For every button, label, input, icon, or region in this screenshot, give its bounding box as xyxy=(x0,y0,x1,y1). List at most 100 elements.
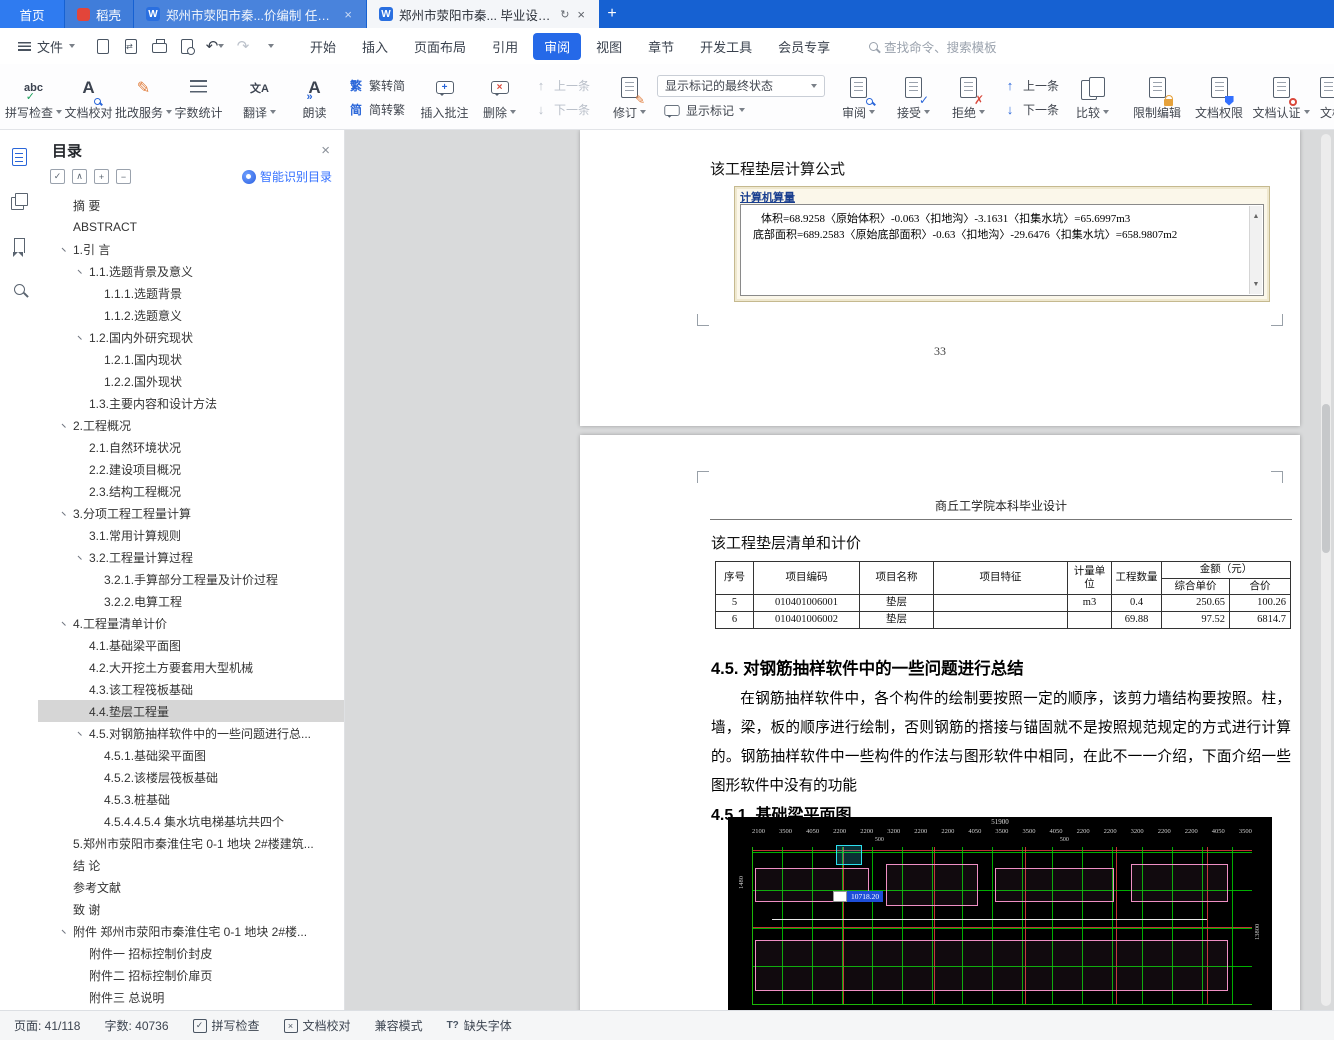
toc-item[interactable]: 4.5.4.4.5.4 集水坑电梯基坑共四个 xyxy=(38,810,344,832)
tab-membership[interactable]: 会员专享 xyxy=(767,33,841,60)
toc-item[interactable]: 4.3.该工程筏板基础 xyxy=(38,678,344,700)
spell-check-status[interactable]: ✓ 拼写检查 xyxy=(192,1017,260,1034)
calc-box-content[interactable]: 体积=68.9258〈原始体积〉-0.063〈扣地沟〉-3.1631〈扣集水坑〉… xyxy=(740,204,1264,296)
toc-item[interactable]: 附件一 招标控制价封皮 xyxy=(38,942,344,964)
file-menu-button[interactable]: 文件 xyxy=(10,32,83,61)
tab-start[interactable]: 开始 xyxy=(299,33,347,60)
document-page-34[interactable]: 商丘工学院本科毕业设计 该工程垫层清单和计价 序号 项目编码 项目名称 项目特征… xyxy=(580,435,1300,1010)
prev-comment-button[interactable]: ↑ 上一条 xyxy=(527,75,596,96)
toc-item[interactable]: 1.2.1.国内现状 xyxy=(38,348,344,370)
print-button[interactable] xyxy=(147,34,171,58)
translate-button[interactable]: 文A 翻译 xyxy=(232,66,287,129)
toc-item[interactable]: 附件三 总说明 xyxy=(38,986,344,1008)
print-preview-button[interactable] xyxy=(175,34,199,58)
close-tab-icon[interactable]: × xyxy=(575,7,587,22)
table-row[interactable]: 6 010401006002 垫层 69.88 97.52 6814.7 xyxy=(715,610,1291,629)
correction-service-button[interactable]: ✎ 批改服务 xyxy=(115,66,173,129)
toc-item[interactable]: 4.工程量清单计价 xyxy=(38,612,344,634)
cad-drawing-foundation-plan[interactable]: 51900 2100 3500 4050 2200 2200 3200 2200 2200 40… xyxy=(728,817,1272,1010)
convert-button[interactable] xyxy=(119,34,143,58)
close-panel-icon[interactable]: × xyxy=(321,142,330,159)
toc-expand-arrow[interactable] xyxy=(76,265,89,278)
doc-certify-button[interactable]: 文档认证 xyxy=(1250,66,1312,129)
restrict-edit-button[interactable]: 限制编辑 xyxy=(1126,66,1188,129)
toc-item[interactable]: 2.1.自然环境状况 xyxy=(38,436,344,458)
toc-expand-arrow[interactable] xyxy=(60,617,73,630)
toc-expand-arrow[interactable] xyxy=(60,243,73,256)
toc-item[interactable]: 4.5.2.该楼层筏板基础 xyxy=(38,766,344,788)
toc-expand-arrow[interactable] xyxy=(76,727,89,740)
compare-button[interactable]: 比较 xyxy=(1065,66,1120,129)
toc-item[interactable]: 附件 郑州市荥阳市秦淮住宅 0-1 地块 2#楼... xyxy=(38,920,344,942)
toc-collapse-all-button[interactable]: − xyxy=(116,169,131,184)
docer-tab[interactable]: 稻壳 xyxy=(65,0,134,28)
toc-item[interactable]: 1.1.1.选题背景 xyxy=(38,282,344,304)
toc-expand-all-button[interactable]: + xyxy=(94,169,109,184)
toc-item[interactable]: 1.引 言 xyxy=(38,238,344,260)
document-page-33[interactable]: 该工程垫层计算公式 计算机算量 体积=68.9258〈原始体积〉-0.063〈扣… xyxy=(580,130,1300,426)
command-search-box[interactable]: 查找命令、搜索模板 xyxy=(869,37,997,56)
tab-section[interactable]: 章节 xyxy=(637,33,685,60)
more-commands-button[interactable] xyxy=(259,34,283,58)
toc-item[interactable]: 1.1.2.选题意义 xyxy=(38,304,344,326)
trad-to-simp-button[interactable]: 繁繁转简 xyxy=(342,75,411,96)
toc-item[interactable]: 3.2.1.手算部分工程量及计价过程 xyxy=(38,568,344,590)
tab-view[interactable]: 视图 xyxy=(585,33,633,60)
close-tab-icon[interactable]: × xyxy=(342,7,354,22)
document-tab-thesis-active[interactable]: W 郑州市荥阳市秦... 毕业设计论文 ↻ × xyxy=(367,0,600,28)
compat-mode-indicator[interactable]: 兼容模式 xyxy=(375,1017,423,1034)
home-tab[interactable]: 首页 xyxy=(0,0,64,28)
pricing-table[interactable]: 序号 项目编码 项目名称 项目特征 计量单位 工程数量 金额（元） 综合单价 合… xyxy=(715,560,1291,629)
toc-item[interactable]: 2.2.建设项目概况 xyxy=(38,458,344,480)
accept-button[interactable]: ✓ 接受 xyxy=(886,66,941,129)
smart-recognize-toc-button[interactable]: 智能识别目录 xyxy=(241,168,332,185)
bookmarks-pane-button[interactable] xyxy=(6,232,32,258)
scrollbar-thumb[interactable] xyxy=(1322,404,1330,553)
next-change-button[interactable]: ↓ 下一条 xyxy=(996,99,1065,120)
toc-item[interactable]: 4.5.对钢筋抽样软件中的一些问题进行总... xyxy=(38,722,344,744)
toc-item[interactable]: 2.3.结构工程概况 xyxy=(38,480,344,502)
scroll-up-icon[interactable]: ▲ xyxy=(1253,208,1260,224)
toc-item[interactable]: 1.1.选题背景及意义 xyxy=(38,260,344,282)
prev-change-button[interactable]: ↑ 上一条 xyxy=(996,75,1065,96)
toc-item[interactable]: 4.5.1.基础梁平面图 xyxy=(38,744,344,766)
toc-collapse-button[interactable]: ∧ xyxy=(72,169,87,184)
undo-button[interactable]: ↶ xyxy=(203,34,227,58)
toc-item[interactable]: 4.1.基础梁平面图 xyxy=(38,634,344,656)
toc-item[interactable]: 2.工程概况 xyxy=(38,414,344,436)
toc-expand-arrow[interactable] xyxy=(60,507,73,520)
toc-expand-arrow[interactable] xyxy=(76,331,89,344)
word-count-button[interactable]: 字数统计 xyxy=(171,66,226,129)
toc-item[interactable]: 5.郑州市荥阳市秦淮住宅 0-1 地块 2#楼建筑... xyxy=(38,832,344,854)
tab-insert[interactable]: 插入 xyxy=(351,33,399,60)
document-scrollbar[interactable] xyxy=(1321,134,1331,1006)
doc-proof-button[interactable]: A 文档校对 xyxy=(61,66,116,129)
revision-state-dropdown[interactable]: 显示标记的最终状态 xyxy=(657,74,826,97)
toc-expand-arrow[interactable] xyxy=(60,925,73,938)
doc-permission-button[interactable]: 文档权限 xyxy=(1188,66,1250,129)
toc-item[interactable]: 3.分项工程工程量计算 xyxy=(38,502,344,524)
tab-review[interactable]: 审阅 xyxy=(533,32,582,60)
toc-item[interactable]: 3.2.工程量计算过程 xyxy=(38,546,344,568)
document-tab-taskbook[interactable]: W 郑州市荥阳市秦...价编制 任务书 × xyxy=(134,0,367,28)
table-row[interactable]: 5 010401006001 垫层 m3 0.4 250.65 100.26 xyxy=(715,594,1291,612)
find-pane-button[interactable] xyxy=(6,276,32,302)
toc-item[interactable]: 摘 要 xyxy=(38,194,344,216)
toc-item[interactable]: 3.1.常用计算规则 xyxy=(38,524,344,546)
calc-box-scrollbar[interactable]: ▲ ▼ xyxy=(1249,206,1262,294)
toc-expand-arrow[interactable] xyxy=(60,419,73,432)
insert-comment-button[interactable]: + 插入批注 xyxy=(417,66,472,129)
document-canvas[interactable]: 该工程垫层计算公式 计算机算量 体积=68.9258〈原始体积〉-0.063〈扣… xyxy=(345,130,1334,1010)
toc-item[interactable]: 1.2.2.国外现状 xyxy=(38,370,344,392)
toc-expand-arrow[interactable] xyxy=(76,551,89,564)
clipped-ribbon-button[interactable]: 文档 xyxy=(1312,66,1334,129)
read-aloud-button[interactable]: A» 朗读 xyxy=(287,66,342,129)
save-button[interactable] xyxy=(91,34,115,58)
doc-proof-status[interactable]: × 文档校对 xyxy=(283,1017,351,1034)
simp-to-trad-button[interactable]: 简简转繁 xyxy=(342,99,411,120)
tab-page-layout[interactable]: 页面布局 xyxy=(403,33,477,60)
review-button[interactable]: 审阅 xyxy=(831,66,886,129)
toc-item[interactable]: 4.5.3.桩基础 xyxy=(38,788,344,810)
spell-check-button[interactable]: abc ✓ 拼写检查 xyxy=(5,66,63,129)
contents-pane-button[interactable] xyxy=(6,144,32,170)
